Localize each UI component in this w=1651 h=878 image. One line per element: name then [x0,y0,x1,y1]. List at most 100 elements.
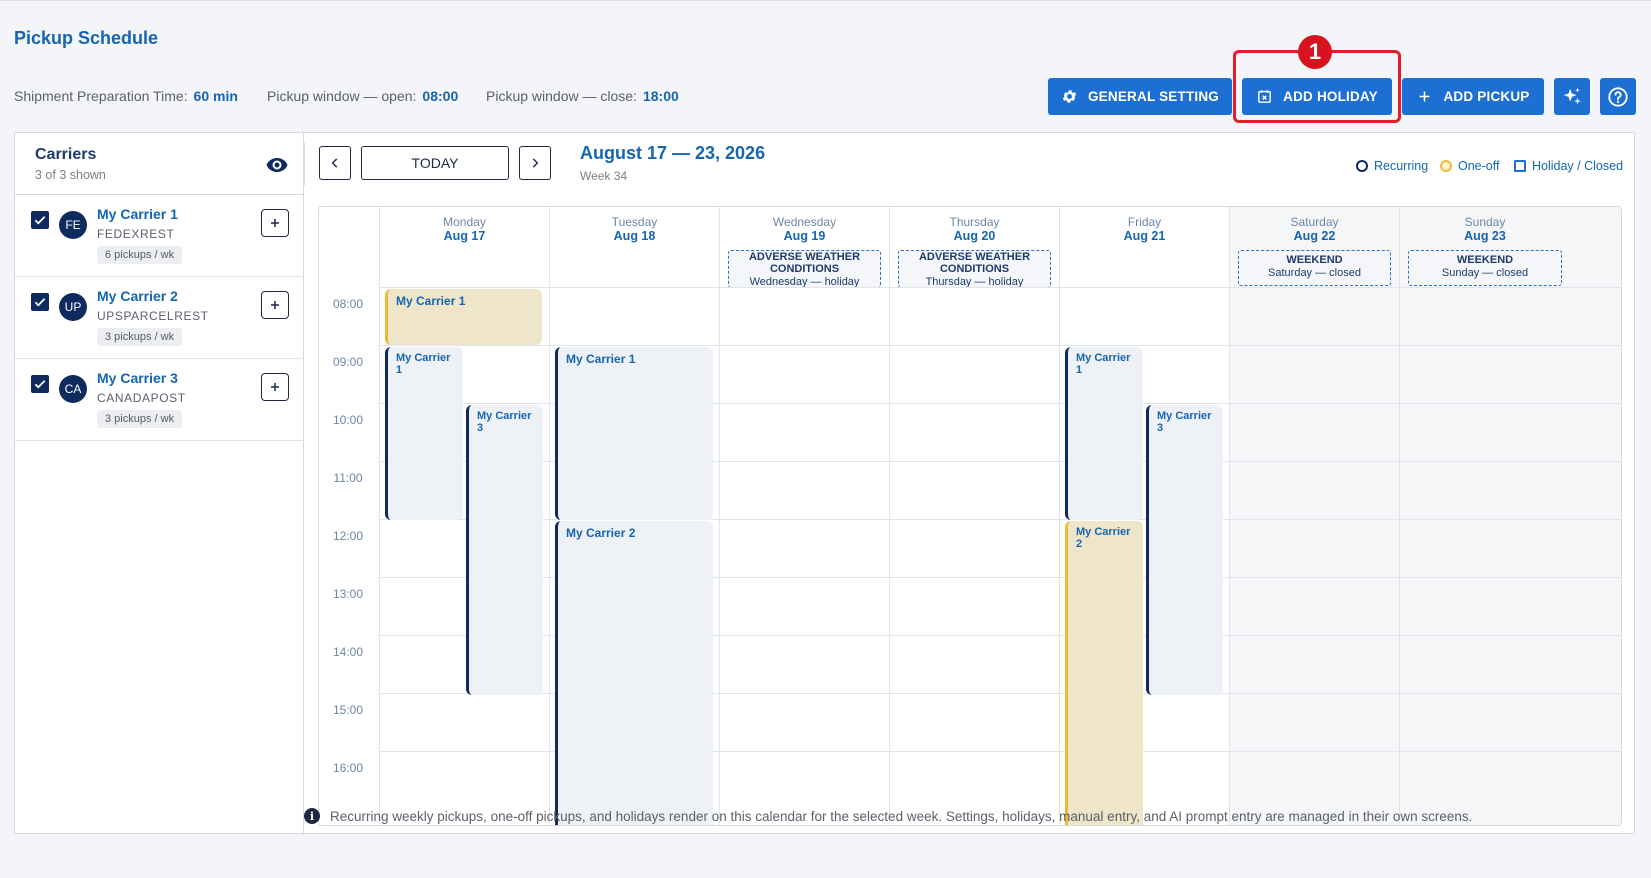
legend-holiday: Holiday / Closed [1514,159,1623,173]
legend-oneoff: One-off [1440,159,1499,173]
general-setting-button[interactable]: GENERAL SETTING [1048,78,1232,115]
pickup-event-oneoff[interactable]: My Carrier 2 [1065,521,1143,825]
check-icon [34,298,46,307]
prep-time-value: 60 min [193,88,238,104]
plus-icon [1420,91,1430,102]
carrier-checkbox[interactable] [31,293,49,311]
pickup-event-recurring[interactable]: My Carrier 1 [555,347,713,520]
day-column-sunday[interactable]: Sunday Aug 23 WEEKEND Sunday — closed [1399,207,1621,825]
day-name: Sunday [1464,215,1506,229]
carrier-name: My Carrier 2 [97,288,178,304]
info-icon: i [304,808,320,824]
carrier-pickup-count: 6 pickups / wk [97,246,183,264]
top-divider [0,0,1651,1]
carrier-row[interactable]: FE My Carrier 1 FEDEXREST 6 pickups / wk [15,195,305,277]
calendar-panel: TODAY August 17 — 23, 2026 Week 34 Recur… [304,132,1635,834]
pickup-event-recurring[interactable]: My Carrier 3 [1146,405,1223,695]
footer-note: i Recurring weekly pickups, one-off pick… [304,808,1472,824]
header-divider [379,287,1621,288]
day-column-wednesday[interactable]: Wednesday Aug 19 ADVERSE WEATHER CONDITI… [719,207,889,825]
time-label: 12:00 [332,529,364,543]
day-column-thursday[interactable]: Thursday Aug 20 ADVERSE WEATHER CONDITIO… [889,207,1059,825]
calendar-grid: Monday Aug 17 Tuesday Aug 18 Wednesday A… [318,206,1622,826]
day-date: Aug 23 [1464,229,1506,243]
check-icon [34,216,46,225]
closed-banner[interactable]: WEEKEND Saturday — closed [1238,250,1391,286]
day-name: Tuesday [611,215,658,229]
carrier-add-button[interactable] [261,373,289,401]
pickup-event-recurring[interactable]: My Carrier 1 [385,347,463,520]
day-date: Aug 17 [443,229,486,243]
eye-icon[interactable] [265,153,289,177]
help-circle-icon [1608,86,1628,107]
plus-icon [271,219,279,227]
ai-assist-button[interactable] [1554,78,1590,115]
holiday-banner[interactable]: ADVERSE WEATHER CONDITIONS Thursday — hol… [898,250,1051,288]
carrier-checkbox[interactable] [31,375,49,393]
time-label: 15:00 [332,703,364,717]
carriers-count: 3 of 3 shown [35,168,106,182]
week-number: Week 34 [580,169,628,183]
day-name: Thursday [949,215,1000,229]
day-date: Aug 20 [953,229,996,243]
carrier-checkbox[interactable] [31,211,49,229]
carrier-avatar: CA [59,375,87,403]
oneoff-dot-icon [1440,160,1452,172]
closed-banner[interactable]: WEEKEND Sunday — closed [1408,250,1562,286]
pickup-event-recurring[interactable]: My Carrier 3 [466,405,543,695]
day-date: Aug 21 [1123,229,1166,243]
sparkles-icon [1563,87,1581,104]
pickup-event-recurring[interactable]: My Carrier 2 [555,521,713,825]
pickup-event-oneoff[interactable]: My Carrier 1 [385,289,542,345]
carrier-avatar: UP [59,293,87,321]
window-close-value: 18:00 [642,88,679,104]
plus-icon [271,383,279,391]
step-number-badge: 1 [1298,35,1332,69]
page-title: Pickup Schedule [14,28,159,48]
carrier-code: CANADAPOST [97,391,186,405]
add-pickup-button[interactable]: ADD PICKUP [1402,78,1544,115]
week-range: August 17 — 23, 2026 [580,143,766,163]
carrier-code: UPSPARCELREST [97,309,209,323]
carriers-header: Carriers 3 of 3 shown [15,133,305,195]
next-week-button[interactable] [519,146,551,180]
carrier-pickup-count: 3 pickups / wk [97,410,183,428]
window-open-meta: Pickup window — open: 08:00 [267,88,459,104]
recurring-dot-icon [1356,160,1368,172]
time-label: 14:00 [332,645,364,659]
day-name: Friday [1127,215,1162,229]
chevron-right-icon [532,158,539,168]
day-name: Saturday [1290,215,1339,229]
carrier-row[interactable]: CA My Carrier 3 CANADAPOST 3 pickups / w… [15,359,305,441]
day-name: Monday [443,215,486,229]
time-label: 10:00 [332,413,364,427]
carriers-title: Carriers [35,146,97,163]
add-pickup-label: ADD PICKUP [1443,89,1530,104]
chevron-left-icon [331,158,338,168]
day-column-saturday[interactable]: Saturday Aug 22 WEEKEND Saturday — closed [1229,207,1399,825]
day-date: Aug 19 [783,229,826,243]
prev-week-button[interactable] [319,146,351,180]
carrier-avatar: FE [59,211,87,239]
today-button[interactable]: TODAY [361,146,509,180]
legend-recurring: Recurring [1356,159,1428,173]
time-label: 16:00 [332,761,364,775]
carrier-name: My Carrier 3 [97,370,178,386]
carrier-row[interactable]: UP My Carrier 2 UPSPARCELREST 3 pickups … [15,277,305,359]
holiday-banner[interactable]: ADVERSE WEATHER CONDITIONS Wednesday — ho… [728,250,881,288]
window-close-meta: Pickup window — close: 18:00 [486,88,679,104]
plus-icon [271,301,279,309]
help-button[interactable] [1600,78,1636,115]
carrier-add-button[interactable] [261,209,289,237]
gear-icon [1062,90,1077,103]
check-icon [34,380,46,389]
carrier-code: FEDEXREST [97,227,175,241]
pickup-event-recurring[interactable]: My Carrier 1 [1065,347,1143,520]
time-label: 08:00 [332,297,364,311]
prep-time-meta: Shipment Preparation Time: 60 min [14,88,238,104]
time-label: 09:00 [332,355,364,369]
carrier-add-button[interactable] [261,291,289,319]
day-date: Aug 18 [613,229,656,243]
carriers-panel: Carriers 3 of 3 shown FE My Carrier 1 FE… [14,132,305,834]
time-label: 11:00 [333,471,363,485]
